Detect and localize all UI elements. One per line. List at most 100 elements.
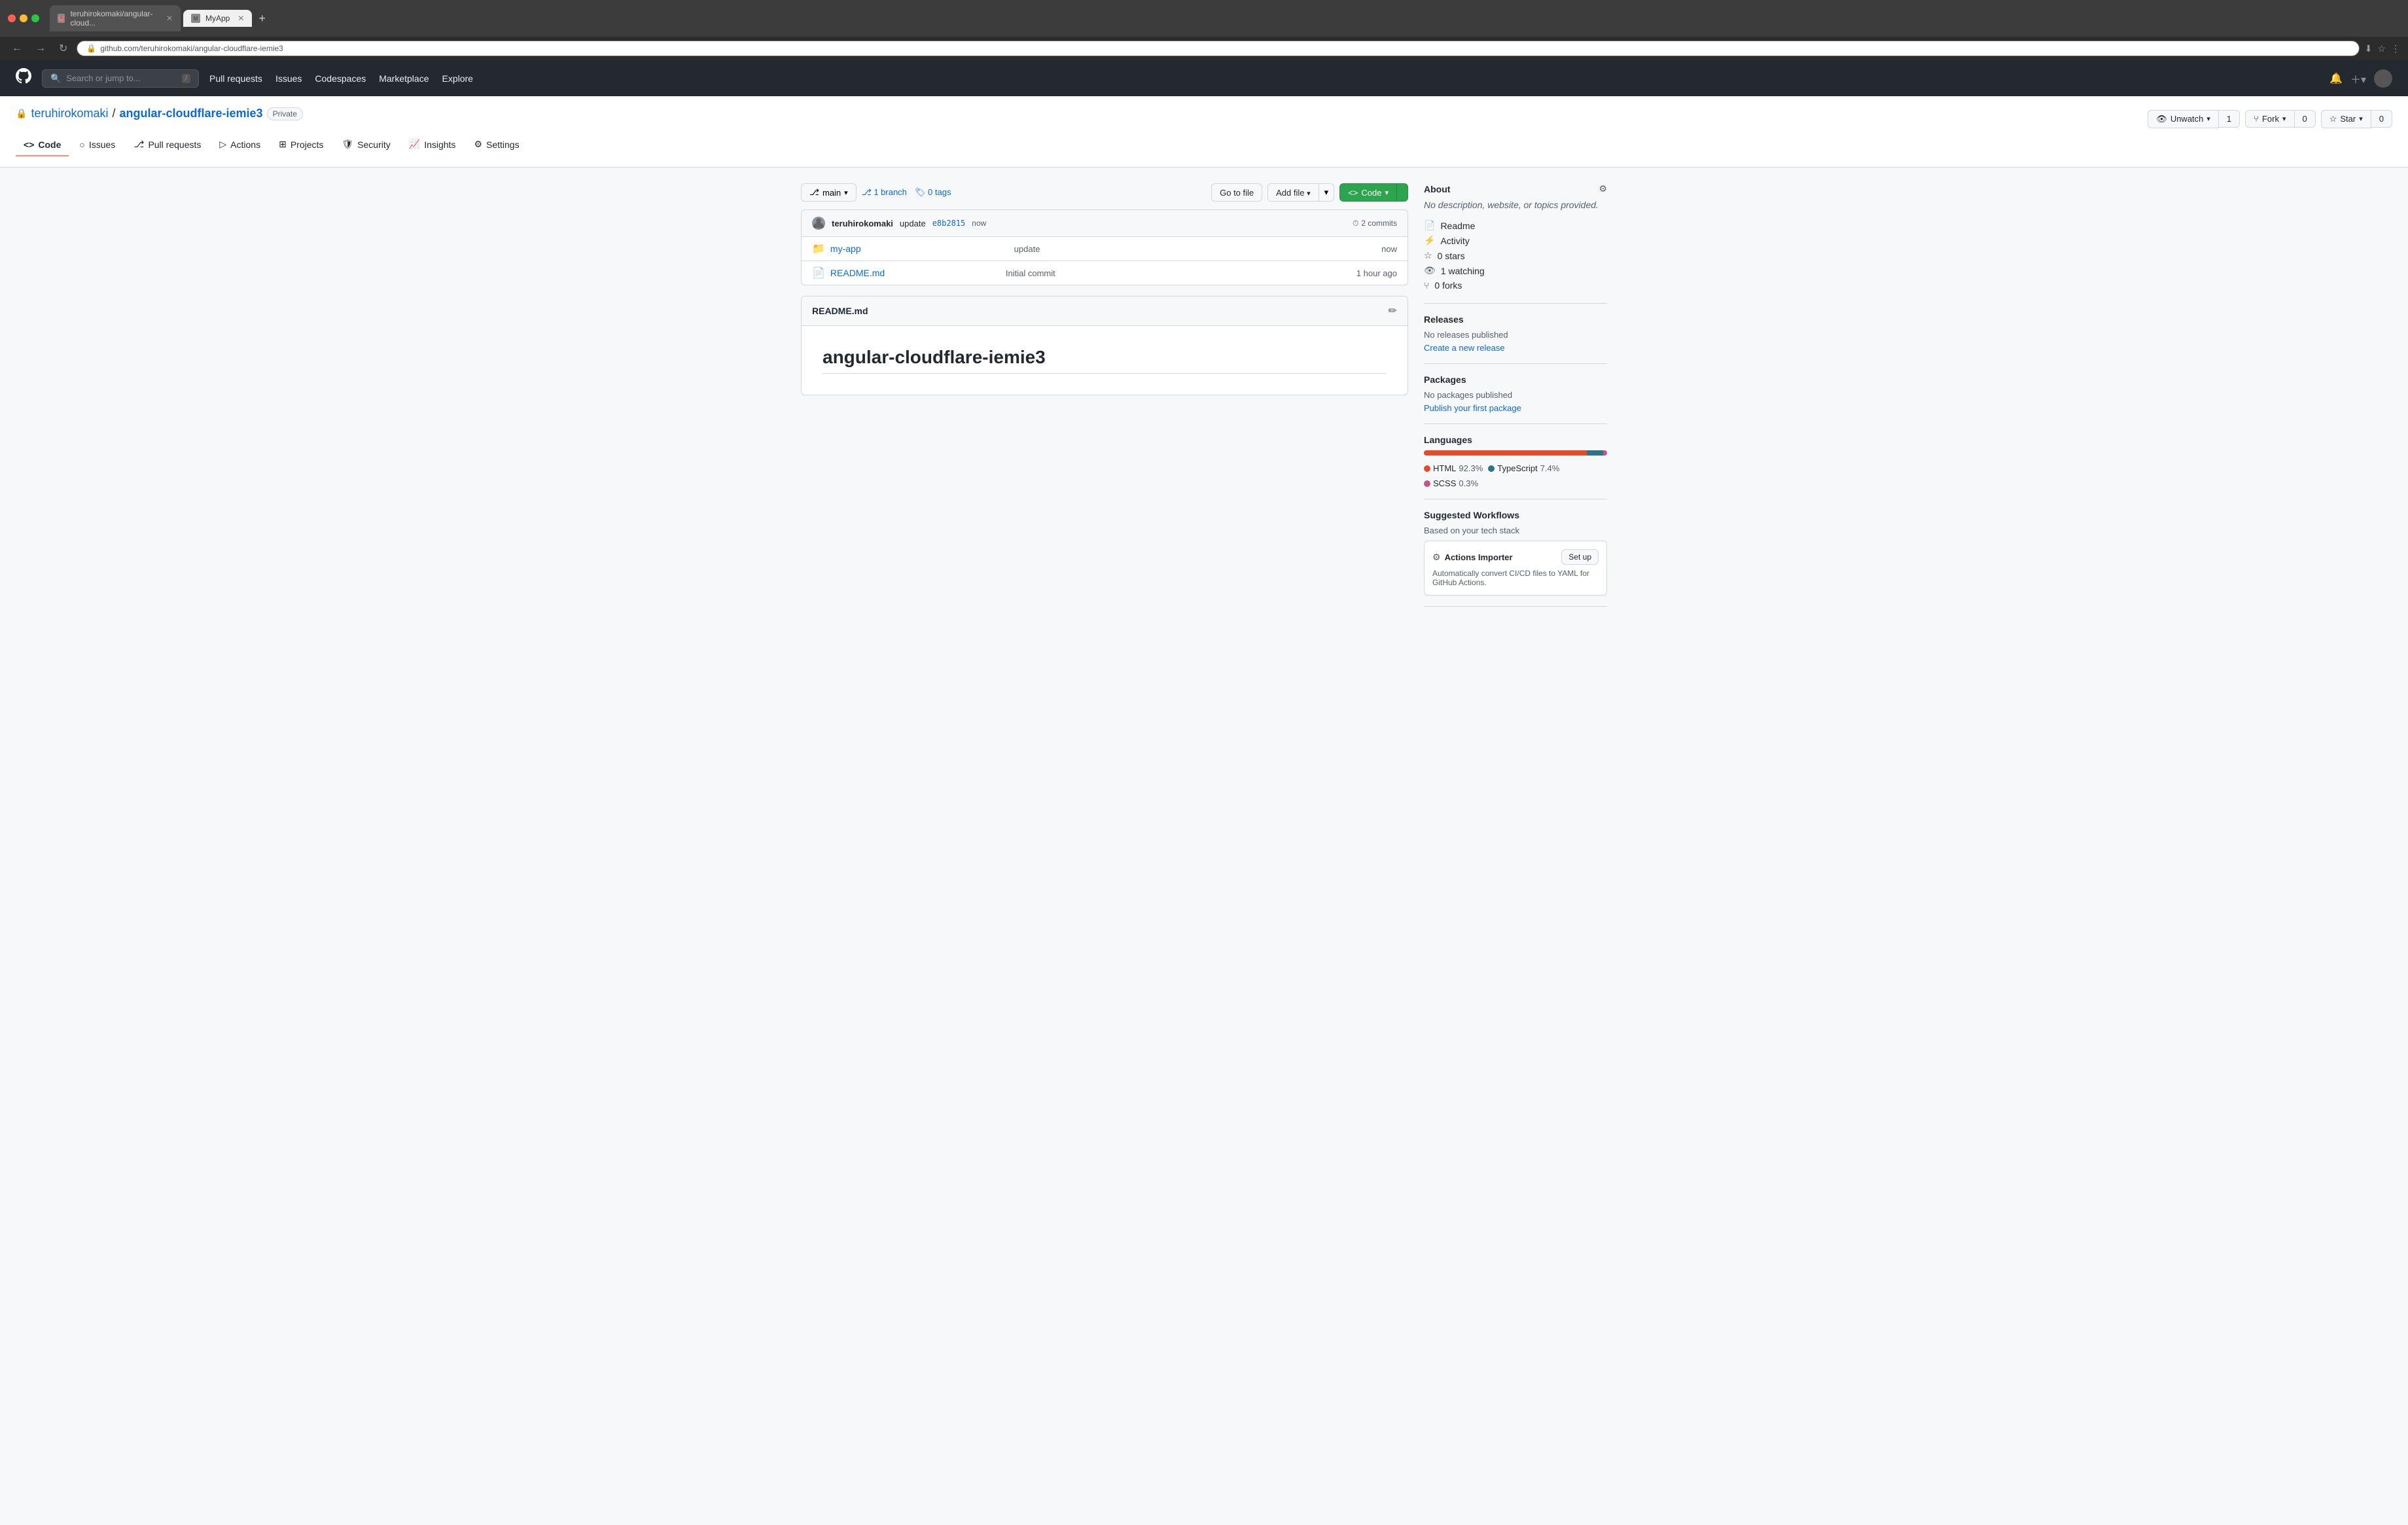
star-icon: ☆ [2329,114,2337,124]
commit-count[interactable]: ⏱ 2 commits [1353,219,1397,228]
tab-security[interactable]: 🛡 Security [334,134,398,156]
eye-stat-icon: 👁 [1424,265,1436,276]
breadcrumb: 🔒 teruhirokomaki / angular-cloudflare-ie… [16,107,303,120]
search-box[interactable]: 🔍 Search or jump to... / [42,69,199,88]
fork-chevron-icon: ▾ [2282,115,2286,123]
main-content: ⎇ main ▾ ⎇ 1 branch 🏷 0 tags Go to file [785,168,1623,622]
tab-issues[interactable]: ○ Issues [71,134,123,156]
star-count-button[interactable]: 0 [2371,110,2392,128]
packages-header: Packages [1424,374,1607,385]
unwatch-button[interactable]: 👁 Unwatch ▾ [2148,110,2219,128]
repo-toolbar: ⎇ main ▾ ⎇ 1 branch 🏷 0 tags Go to file [801,183,1408,202]
tab-code[interactable]: <> Code [16,134,69,156]
file-name-my-app[interactable]: my-app [830,243,1014,254]
sidebar-releases: Releases No releases published Create a … [1424,304,1607,364]
url-text: github.com/teruhirokomaki/angular-cloudf… [100,44,283,53]
code-button[interactable]: <> Code ▾ [1339,183,1396,202]
tab-2-close[interactable]: ✕ [238,14,244,23]
lock-icon: 🔒 [16,108,27,119]
add-file-chevron-icon: ▾ [1307,190,1311,198]
add-file-label: Add file [1276,188,1304,198]
tab-pull-requests[interactable]: ⎇ Pull requests [126,134,209,156]
readme-header: README.md ✏ [802,296,1408,326]
file-time-0: now [1381,244,1397,254]
about-gear-button[interactable]: ⚙ [1599,183,1607,194]
branch-chevron-icon: ▾ [844,188,848,197]
create-release-link[interactable]: Create a new release [1424,343,1505,353]
readme-link-label: Readme [1440,221,1475,231]
toolbar-right: Go to file Add file ▾ ▾ <> Code ▾ [1211,183,1408,202]
branch-count-text: 1 branch [874,187,907,197]
new-tab-button[interactable]: + [255,12,270,26]
unwatch-count-button[interactable]: 1 [2219,110,2240,128]
bell-icon[interactable]: 🔔 [2329,72,2343,85]
file-time-1: 1 hour ago [1356,268,1397,278]
dot-fullscreen[interactable] [31,14,39,22]
tab-2[interactable]: M MyApp ✕ [183,10,252,27]
workflow-setup-button[interactable]: Set up [1561,549,1599,565]
repo-name-link[interactable]: angular-cloudflare-iemie3 [120,107,263,120]
nav-pull-requests[interactable]: Pull requests [209,73,262,84]
file-name-readme[interactable]: README.md [830,268,1006,278]
branch-name: main [823,188,841,198]
owner-link[interactable]: teruhirokomaki [31,107,108,120]
tab-insights[interactable]: 📈 Insights [401,134,464,156]
edit-readme-button[interactable]: ✏ [1389,304,1397,317]
dot-close[interactable] [8,14,16,22]
tab-actions[interactable]: ▷ Actions [211,134,268,156]
go-to-file-button[interactable]: Go to file [1211,183,1262,202]
about-description: No description, website, or topics provi… [1424,200,1607,210]
branch-selector[interactable]: ⎇ main ▾ [801,183,857,202]
tab-1-favicon: 🐙 [58,14,65,23]
add-file-button[interactable]: Add file ▾ [1267,183,1319,202]
nav-issues[interactable]: Issues [275,73,302,84]
activity-icon: ⚡ [1424,235,1435,246]
add-file-split[interactable]: ▾ [1319,183,1335,202]
download-icon[interactable]: ⬇ [2365,43,2373,54]
branch-count-link[interactable]: ⎇ 1 branch [862,187,907,198]
nav-codespaces[interactable]: Codespaces [315,73,366,84]
star-button[interactable]: ☆ Star ▾ [2321,110,2371,128]
dot-minimize[interactable] [20,14,27,22]
watching-stat: 👁 1 watching [1424,263,1607,278]
bookmark-icon[interactable]: ☆ [2377,43,2386,54]
back-button[interactable]: ← [8,41,26,56]
nav-marketplace[interactable]: Marketplace [379,73,429,84]
user-avatar[interactable] [2374,69,2392,88]
refresh-button[interactable]: ↻ [55,41,71,56]
publish-package-link[interactable]: Publish your first package [1424,403,1521,413]
tab-1-close[interactable]: ✕ [166,14,173,23]
typescript-lang-item: TypeScript 7.4% [1488,463,1559,473]
languages-title: Languages [1424,435,1472,445]
projects-icon: ⊞ [279,139,287,150]
nav-explore[interactable]: Explore [442,73,473,84]
commit-author[interactable]: teruhirokomaki [832,219,893,228]
address-bar[interactable]: 🔒 github.com/teruhirokomaki/angular-clou… [77,41,2359,56]
tab-settings[interactable]: ⚙ Settings [466,134,527,156]
stars-count: 0 stars [1438,251,1465,261]
workflow-card: ⚙ Actions Importer Set up Automatically … [1424,541,1607,596]
fork-count-button[interactable]: 0 [2295,110,2316,128]
forward-button[interactable]: → [31,41,50,56]
fork-button[interactable]: ⑂ Fork ▾ [2245,110,2294,128]
tab-1[interactable]: 🐙 teruhirokomaki/angular-cloud... ✕ [50,5,181,31]
github-logo[interactable] [16,68,31,88]
scss-lang-pct: 0.3% [1459,478,1478,488]
tag-count-link[interactable]: 🏷 0 tags [915,187,951,198]
tab-projects[interactable]: ⊞ Projects [271,134,331,156]
readme-link[interactable]: 📄 Readme [1424,218,1607,233]
code-split-button[interactable] [1396,183,1408,202]
html-lang-name: HTML [1433,463,1456,473]
tab-1-label: teruhirokomaki/angular-cloud... [70,9,158,27]
repo-sidebar: About ⚙ No description, website, or topi… [1424,183,1607,607]
workflows-title: Suggested Workflows [1424,510,1519,520]
menu-icon[interactable]: ⋮ [2391,43,2400,54]
branch-count-icon: ⎇ [862,187,872,197]
commit-hash[interactable]: e8b2815 [932,219,966,228]
plus-icon[interactable]: ＋▾ [2350,71,2366,86]
unwatch-label: Unwatch [2170,114,2204,124]
tag-count-text: 0 tags [928,187,951,197]
typescript-lang-pct: 7.4% [1540,463,1560,473]
readme-content: angular-cloudflare-iemie3 [802,326,1408,395]
activity-link[interactable]: ⚡ Activity [1424,233,1607,248]
